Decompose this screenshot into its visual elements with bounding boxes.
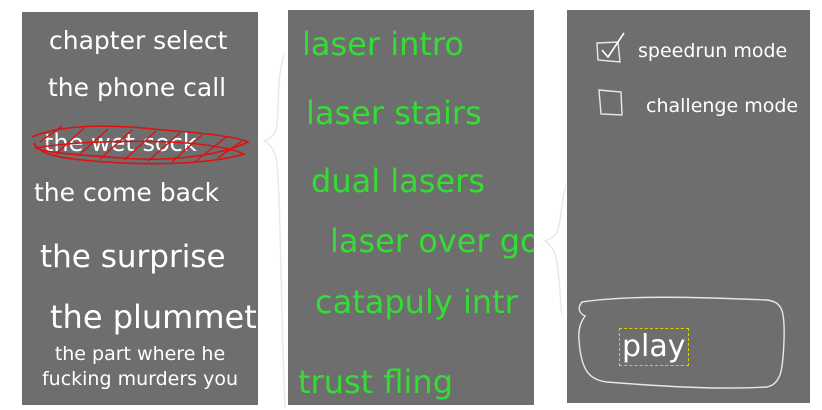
level-item-laser-intro[interactable]: laser intro [302, 25, 464, 63]
chapter-item-the-wet-sock[interactable]: the wet sock [44, 129, 197, 157]
checkbox-checked-icon[interactable] [594, 30, 630, 66]
speedrun-mode-label: speedrun mode [638, 40, 788, 62]
level-panel: laser intro laser stairs dual lasers las… [288, 10, 534, 405]
play-button[interactable]: play [619, 328, 689, 366]
chapter-item-the-surprise[interactable]: the surprise [40, 239, 226, 275]
level-item-catapuly-intr[interactable]: catapuly intr [315, 283, 518, 321]
level-item-dual-lasers[interactable]: dual lasers [311, 162, 485, 200]
options-panel: speedrun mode challenge mode play [567, 10, 810, 403]
chapter-item-the-part-where-he-murders-you[interactable]: the part where he fucking murders you [22, 342, 258, 392]
chapter-select-heading: chapter select [49, 26, 228, 55]
checkbox-empty-icon[interactable] [596, 87, 630, 121]
chapter-item-the-come-back[interactable]: the come back [34, 178, 219, 207]
chapter-item-the-phone-call[interactable]: the phone call [48, 73, 226, 102]
level-item-laser-stairs[interactable]: laser stairs [306, 94, 482, 132]
level-item-laser-over-go[interactable]: laser over go [330, 222, 534, 260]
challenge-mode-label: challenge mode [646, 94, 799, 117]
level-item-trust-fling[interactable]: trust fling [298, 363, 453, 401]
challenge-mode-option[interactable]: challenge mode [596, 87, 798, 121]
speedrun-mode-option[interactable]: speedrun mode [594, 30, 787, 66]
chapter-panel: chapter select the phone call the wet so… [22, 12, 258, 405]
chapter-item-the-plummet[interactable]: the plummet [50, 298, 257, 336]
